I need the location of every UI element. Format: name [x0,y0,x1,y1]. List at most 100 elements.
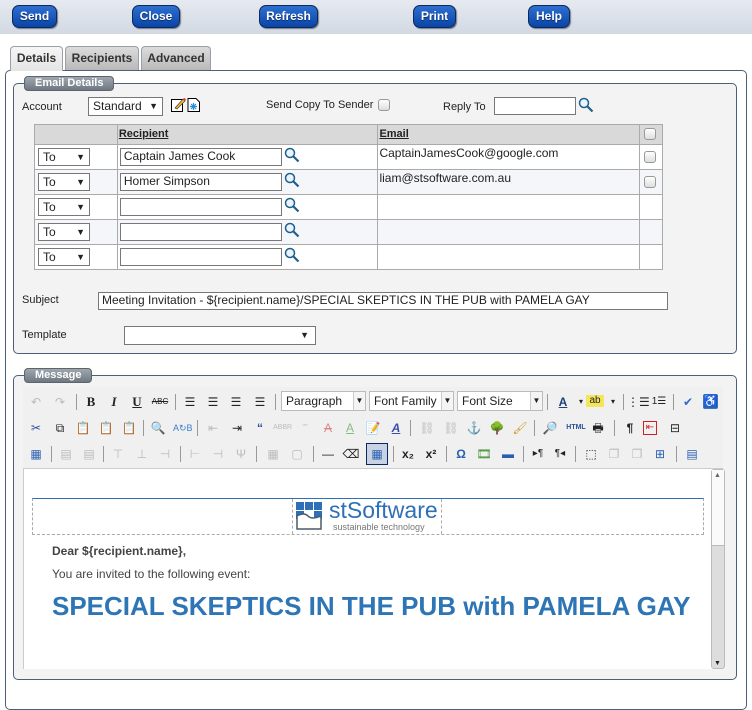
align-center-icon[interactable]: ☰ [204,393,222,411]
format-dropdown[interactable]: Paragraph ▼ [281,391,366,411]
print-icon[interactable]: 🖶 [589,419,607,437]
insert-layer-icon[interactable]: ⬚ [582,445,600,463]
rtl-icon[interactable]: ¶◂ [551,445,569,463]
insertion-icon[interactable]: A [341,419,359,437]
table-properties-icon[interactable]: ▦ [27,445,45,463]
remove-format-icon[interactable]: ⌫ [342,445,360,463]
subscript-icon[interactable]: x₂ [399,445,417,463]
font-size-dropdown[interactable]: Font Size ▼ [457,391,543,411]
scroll-down-icon[interactable]: ▼ [714,660,721,667]
row-properties-icon[interactable]: ▤ [57,445,75,463]
recipient-search-icon[interactable] [284,197,300,213]
recipient-type-select[interactable]: To ▼ [38,223,90,241]
image-icon[interactable]: 🌳 [488,419,506,437]
nonbreaking-icon[interactable]: ⇤ [643,421,657,435]
recipient-search-icon[interactable] [284,172,300,188]
recipient-search-icon[interactable] [284,222,300,238]
align-justify-icon[interactable]: ☰ [251,393,269,411]
undo-icon[interactable]: ↶ [27,393,45,411]
tab-recipients[interactable]: Recipients [65,46,139,70]
edit-account-icon[interactable] [170,97,186,113]
new-account-icon[interactable] [186,97,202,113]
deletion-icon[interactable]: A [319,419,337,437]
cell-properties-icon[interactable]: ▤ [80,445,98,463]
indent-icon[interactable]: ⇥ [228,419,246,437]
font-family-dropdown[interactable]: Font Family ▼ [369,391,454,411]
cleanup-icon[interactable]: 🖌 [511,419,529,437]
refresh-button[interactable]: Refresh [259,5,318,28]
align-left-icon[interactable]: ☰ [181,393,199,411]
bullet-list-icon[interactable]: ⋮☰ [627,393,650,411]
print-button[interactable]: Print [413,5,456,28]
html-source-icon[interactable]: HTML [564,419,588,437]
citation-icon[interactable]: “” [296,419,314,437]
recipient-search-icon[interactable] [284,247,300,263]
delete-col-icon[interactable]: Ψ [232,445,250,463]
scroll-up-icon[interactable]: ▲ [714,472,721,479]
insert-table-icon[interactable]: ▦ [366,443,388,465]
strikethrough-icon[interactable]: ABC [151,393,169,411]
insert-col-after-icon[interactable]: ⊣ [209,445,227,463]
recipient-type-select[interactable]: To ▼ [38,248,90,266]
reply-to-search-icon[interactable] [578,97,594,113]
attributes-icon[interactable]: 📝 [364,419,382,437]
redo-icon[interactable]: ↷ [51,393,69,411]
template-icon[interactable]: ▤ [683,445,701,463]
scrollbar-thumb[interactable] [712,470,724,546]
ltr-icon[interactable]: ▸¶ [529,445,547,463]
close-button[interactable]: Close [132,5,180,28]
message-editor[interactable]: stSoftware sustainable technology Dear $… [23,469,713,669]
styles-icon[interactable]: A [387,419,405,437]
link-icon[interactable]: ⛓ [418,419,436,437]
cut-icon[interactable]: ✂ [27,419,45,437]
recipient-input[interactable] [119,248,282,266]
recipient-input[interactable]: Homer Simpson [119,173,282,191]
replace-icon[interactable]: A↻B [173,419,193,437]
move-forward-icon[interactable]: ❐ [605,445,623,463]
horizontal-rule-icon[interactable]: — [319,445,337,463]
show-blocks-icon[interactable]: ¶ [621,419,639,437]
row-checkbox[interactable] [644,151,657,163]
outdent-icon[interactable]: ⇤ [204,419,222,437]
select-all-checkbox[interactable] [644,128,657,140]
anchor-icon[interactable]: ⚓ [465,419,483,437]
recipient-type-select[interactable]: To ▼ [38,148,90,166]
absolute-position-icon[interactable]: ⊞ [651,445,669,463]
reply-to-input[interactable] [494,97,576,115]
insert-col-before-icon[interactable]: ⊢ [186,445,204,463]
text-color-icon[interactable]: A [554,393,572,411]
move-backward-icon[interactable]: ❐ [628,445,646,463]
italic-icon[interactable]: I [105,393,123,411]
abbreviation-icon[interactable]: ABBR [273,419,292,437]
help-button[interactable]: Help [528,5,570,28]
delete-row-icon[interactable]: ⊣ [156,445,174,463]
advanced-hr-icon[interactable]: ▬ [499,445,517,463]
recipient-input[interactable]: Captain James Cook [119,148,282,166]
subject-input[interactable]: Meeting Invitation - ${recipient.name}/S… [98,292,668,310]
tab-details[interactable]: Details [10,46,63,71]
send-copy-checkbox[interactable] [378,99,390,111]
media-icon[interactable]: 🎞 [475,445,493,463]
send-button[interactable]: Send [12,5,57,28]
editor-scrollbar[interactable]: ▲ ▼ [711,469,725,669]
email-header[interactable]: Email [377,124,641,145]
superscript-icon[interactable]: x² [422,445,440,463]
recipient-input[interactable] [119,198,282,216]
recipient-search-icon[interactable] [284,147,300,163]
recipient-header[interactable]: Recipient [116,124,379,145]
unlink-icon[interactable]: ⛓ [442,419,460,437]
recipient-type-select[interactable]: To ▼ [38,198,90,216]
bold-icon[interactable]: B [82,393,100,411]
copy-icon[interactable]: ⧉ [51,419,69,437]
special-char-icon[interactable]: Ω [452,445,470,463]
split-cells-icon[interactable]: ▦ [264,445,282,463]
insert-row-before-icon[interactable]: ⊤ [109,445,127,463]
account-select[interactable]: Standard ▼ [88,97,163,116]
spellcheck-icon[interactable]: ✔ [679,393,697,411]
insert-row-after-icon[interactable]: ⊥ [133,445,151,463]
preview-icon[interactable]: 🔎 [541,419,559,437]
paste-text-icon[interactable]: 📋 [97,419,115,437]
template-select[interactable]: ▼ [124,326,316,345]
accessibility-icon[interactable]: ♿ [703,394,718,409]
page-break-icon[interactable]: ⊟ [666,419,684,437]
